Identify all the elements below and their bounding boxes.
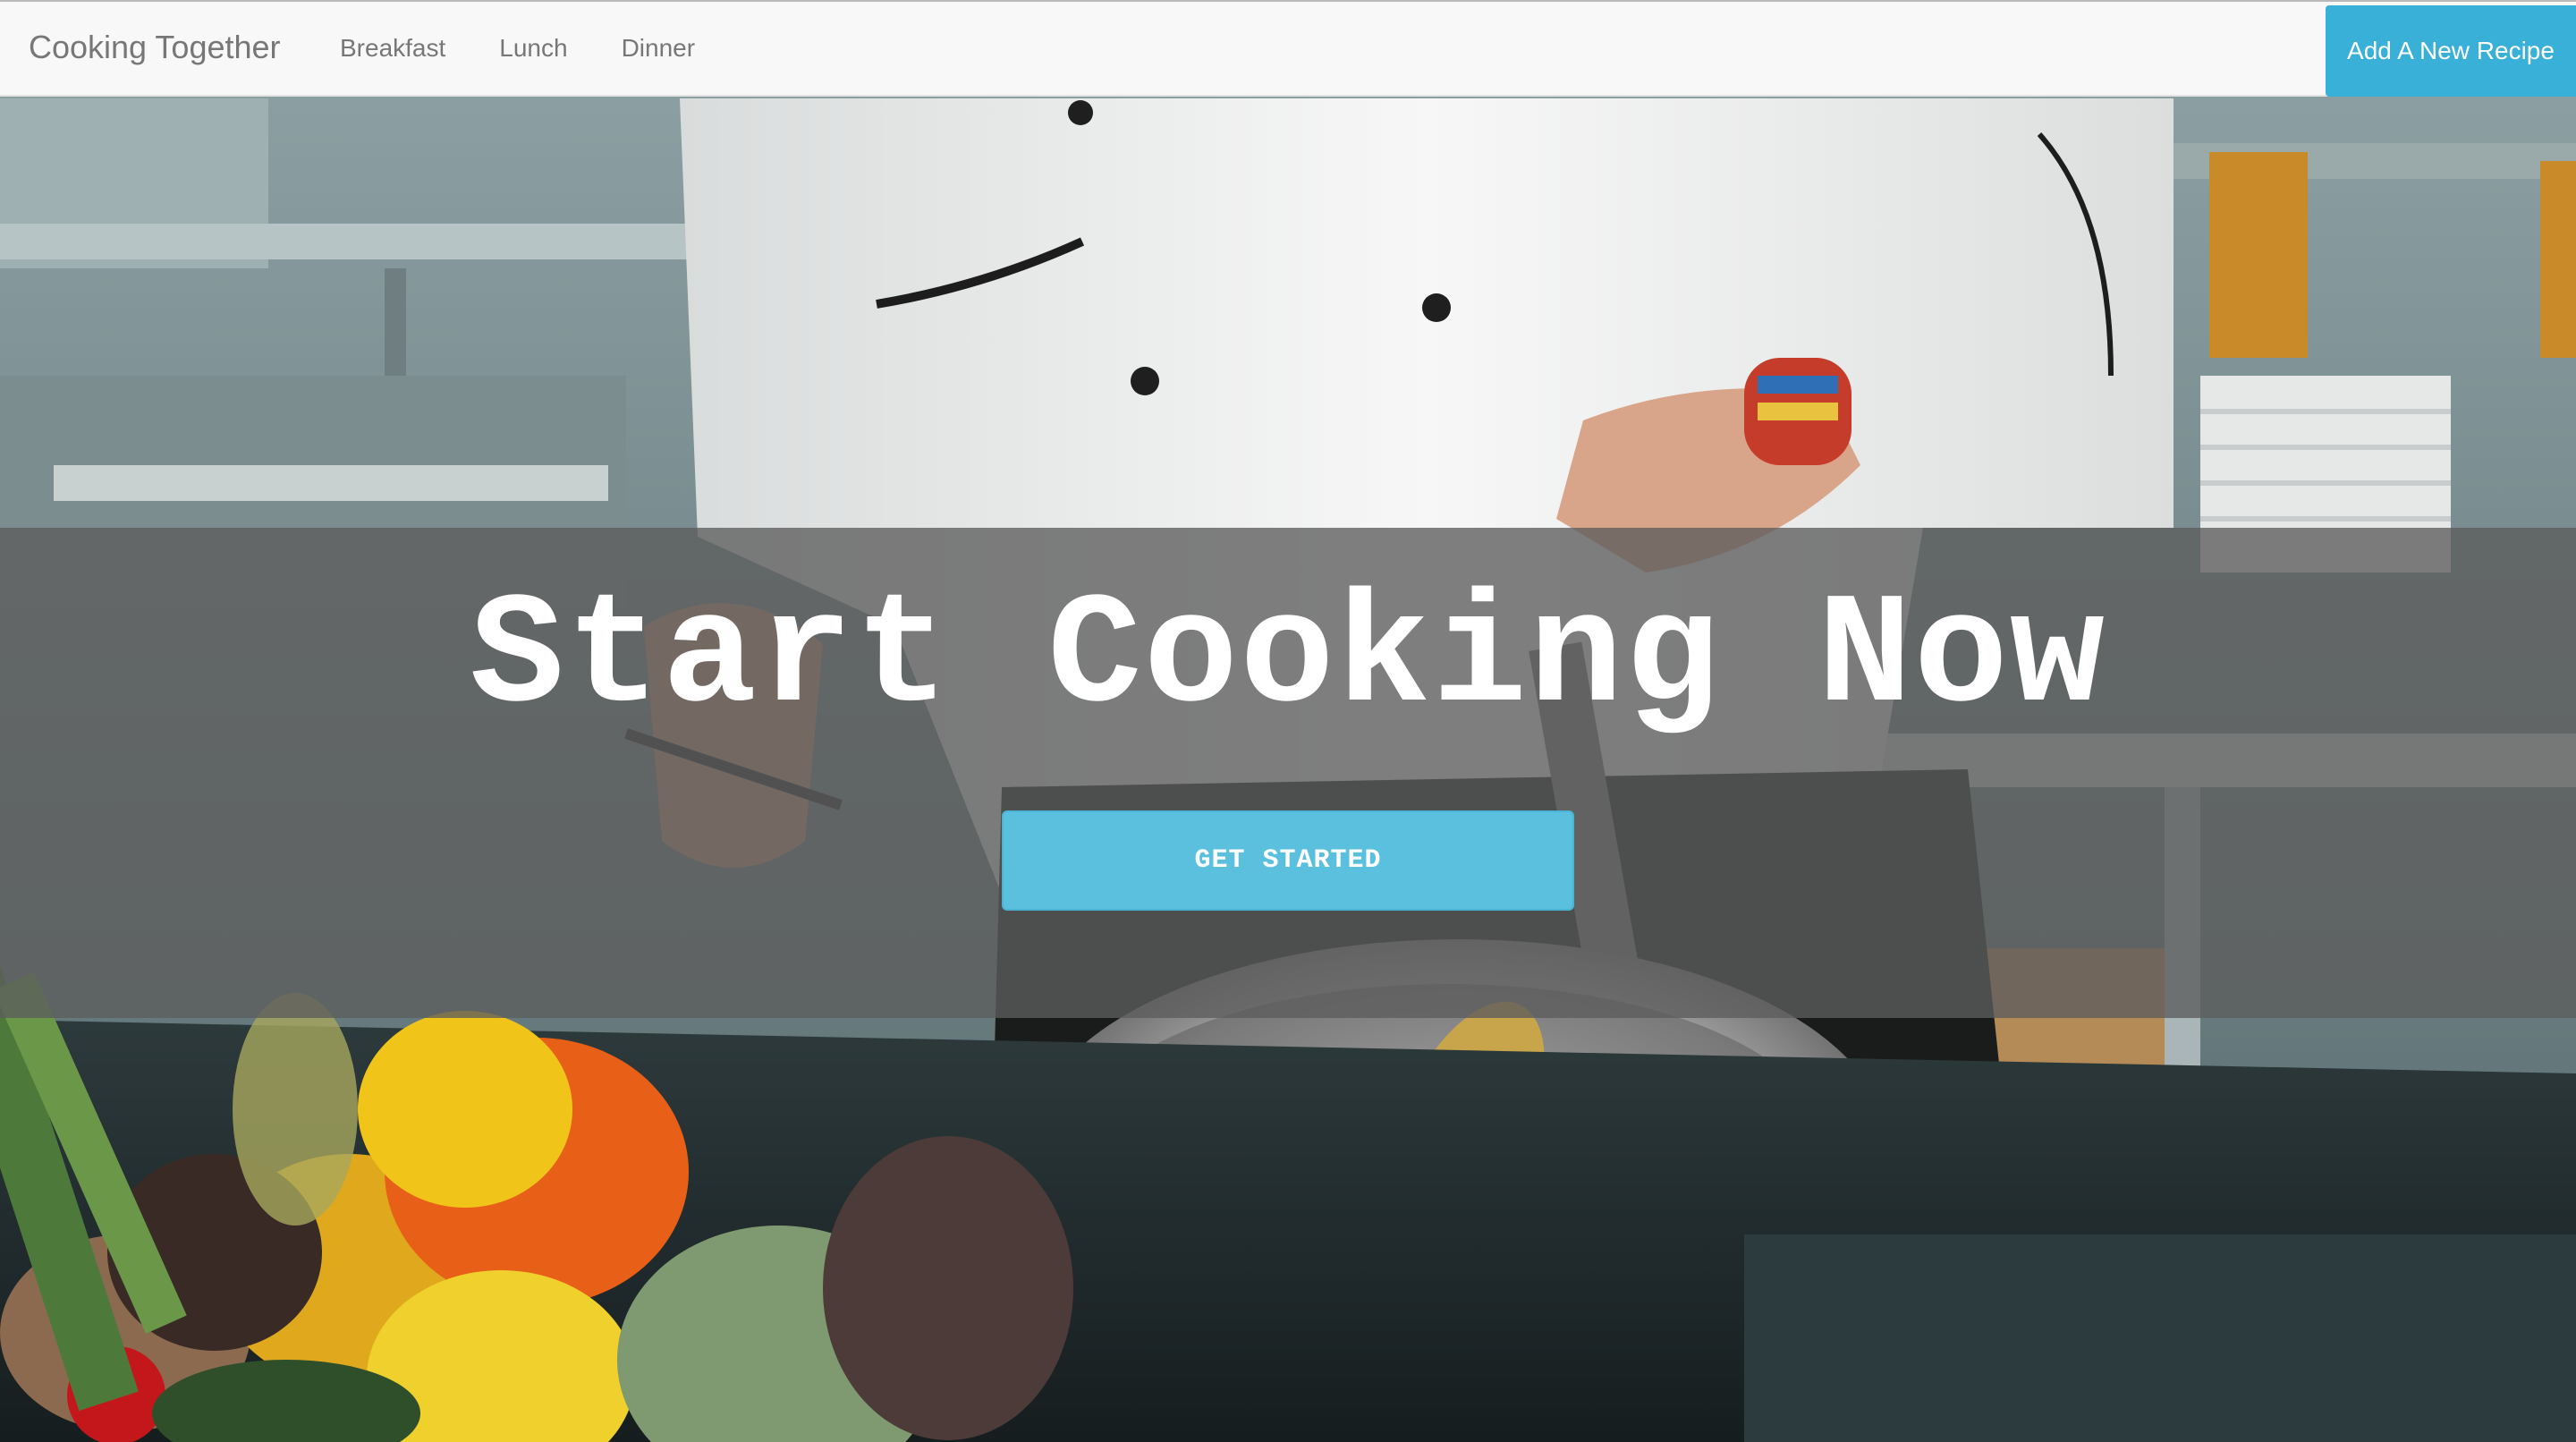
nav-link-lunch[interactable]: Lunch — [472, 2, 594, 95]
hero-title: Start Cooking Now — [470, 568, 2106, 747]
nav-link-breakfast[interactable]: Breakfast — [313, 2, 472, 95]
nav-link-dinner[interactable]: Dinner — [595, 2, 722, 95]
get-started-button[interactable]: GET STARTED — [1002, 810, 1574, 911]
add-recipe-button[interactable]: Add A New Recipe — [2326, 5, 2576, 97]
top-navbar: Cooking Together Breakfast Lunch Dinner … — [0, 0, 2576, 97]
nav-links: Breakfast Lunch Dinner — [313, 2, 722, 95]
brand-link[interactable]: Cooking Together — [29, 27, 281, 68]
